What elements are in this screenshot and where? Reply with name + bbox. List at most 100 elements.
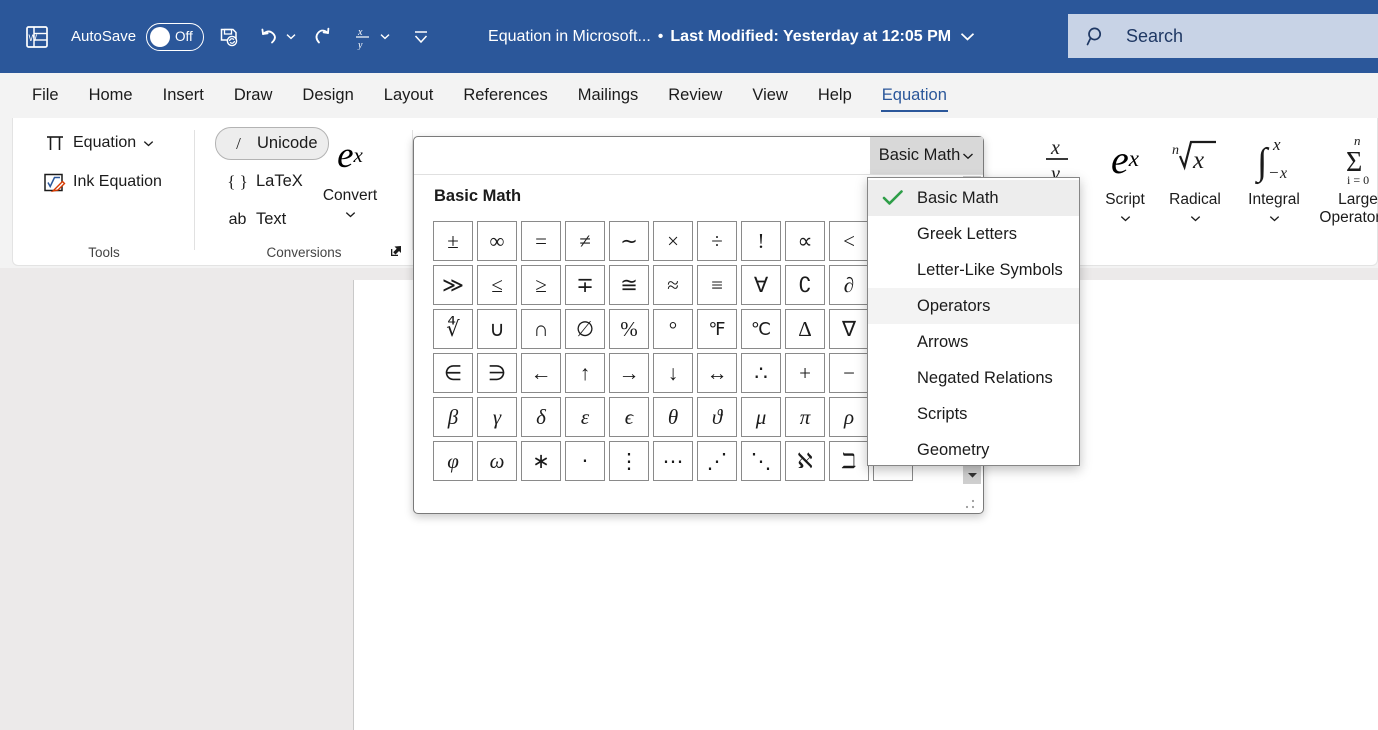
tab-help[interactable]: Help xyxy=(803,73,867,118)
symbol-cell[interactable]: ε xyxy=(565,397,605,437)
script-button[interactable]: ex Script xyxy=(1088,130,1162,226)
symbol-cell[interactable]: < xyxy=(829,221,869,261)
symbol-cell[interactable]: ≤ xyxy=(477,265,517,305)
unicode-button[interactable]: / Unicode xyxy=(215,127,329,160)
symbol-cell[interactable]: = xyxy=(521,221,561,261)
symbol-cell[interactable]: ↓ xyxy=(653,353,693,393)
symbol-cell[interactable]: φ xyxy=(433,441,473,481)
scrollbar-down-button[interactable] xyxy=(963,466,981,484)
symbol-cell[interactable]: ⋰ xyxy=(697,441,737,481)
tab-view[interactable]: View xyxy=(737,73,802,118)
large-operator-button[interactable]: n Σ i = 0 Large Operator xyxy=(1303,130,1378,228)
symbol-cell[interactable]: + xyxy=(785,353,825,393)
symbol-cell[interactable]: ↔ xyxy=(697,353,737,393)
symbol-cell[interactable]: Δ xyxy=(785,309,825,349)
gallery-item-negated-relations[interactable]: Negated Relations xyxy=(868,360,1079,396)
symbol-cell[interactable]: ∗ xyxy=(521,441,561,481)
symbol-cell[interactable]: ∪ xyxy=(477,309,517,349)
search-input[interactable]: Search xyxy=(1068,14,1378,58)
tab-insert[interactable]: Insert xyxy=(148,73,219,118)
symbol-cell[interactable]: % xyxy=(609,309,649,349)
symbol-cell[interactable]: ℶ xyxy=(829,441,869,481)
symbol-cell[interactable]: ≡ xyxy=(697,265,737,305)
symbol-cell[interactable]: δ xyxy=(521,397,561,437)
symbol-cell[interactable]: ⋮ xyxy=(609,441,649,481)
symbol-cell[interactable]: ℵ xyxy=(785,441,825,481)
radical-button[interactable]: n x Radical xyxy=(1155,130,1235,226)
tab-design[interactable]: Design xyxy=(287,73,368,118)
symbol-cell[interactable]: ∂ xyxy=(829,265,869,305)
equation-qat-icon[interactable]: x y xyxy=(348,22,378,52)
symbol-cell[interactable]: ↑ xyxy=(565,353,605,393)
symbol-cell[interactable]: ℉ xyxy=(697,309,737,349)
symbol-cell[interactable]: ! xyxy=(741,221,781,261)
symbol-cell[interactable]: ⋱ xyxy=(741,441,781,481)
symbol-cell[interactable]: ∅ xyxy=(565,309,605,349)
symbol-cell[interactable]: ϵ xyxy=(609,397,649,437)
symbol-cell[interactable]: ≈ xyxy=(653,265,693,305)
tab-home[interactable]: Home xyxy=(74,73,148,118)
symbol-cell[interactable]: ∞ xyxy=(477,221,517,261)
symbol-cell[interactable]: ∴ xyxy=(741,353,781,393)
symbol-cell[interactable]: ± xyxy=(433,221,473,261)
symbol-cell[interactable]: ω xyxy=(477,441,517,481)
gallery-item-basic-math[interactable]: Basic Math xyxy=(868,180,1079,216)
symbol-cell[interactable]: ≠ xyxy=(565,221,605,261)
symbol-cell[interactable]: ∝ xyxy=(785,221,825,261)
symbol-cell[interactable]: ° xyxy=(653,309,693,349)
save-icon[interactable] xyxy=(214,22,244,52)
symbol-cell[interactable]: θ xyxy=(653,397,693,437)
symbol-cell[interactable]: ⋅ xyxy=(565,441,605,481)
tab-equation[interactable]: Equation xyxy=(867,73,962,118)
symbol-cell[interactable]: ϑ xyxy=(697,397,737,437)
symbol-cell[interactable]: β xyxy=(433,397,473,437)
gallery-item-geometry[interactable]: Geometry xyxy=(868,432,1079,468)
text-button[interactable]: ab Text xyxy=(215,203,296,236)
symbol-gallery-selector-button[interactable]: Basic Math xyxy=(870,137,983,174)
symbol-cell[interactable]: ≫ xyxy=(433,265,473,305)
autosave-toggle[interactable]: Off xyxy=(146,22,205,51)
symbol-cell[interactable]: ℃ xyxy=(741,309,781,349)
resize-grip-icon[interactable] xyxy=(965,496,975,509)
equation-button[interactable]: Equation xyxy=(36,128,162,158)
symbol-cell[interactable]: − xyxy=(829,353,869,393)
symbol-cell[interactable]: ∓ xyxy=(565,265,605,305)
gallery-item-operators[interactable]: Operators xyxy=(868,288,1079,324)
symbol-cell[interactable]: ∈ xyxy=(433,353,473,393)
symbol-cell[interactable]: × xyxy=(653,221,693,261)
latex-button[interactable]: { } LaTeX xyxy=(215,165,313,198)
symbol-cell[interactable]: ⋯ xyxy=(653,441,693,481)
gallery-item-letter-like-symbols[interactable]: Letter-Like Symbols xyxy=(868,252,1079,288)
undo-icon[interactable] xyxy=(254,22,284,52)
redo-icon[interactable] xyxy=(308,22,338,52)
tab-mailings[interactable]: Mailings xyxy=(563,73,654,118)
equation-qat-caret-icon[interactable] xyxy=(378,22,392,52)
tab-layout[interactable]: Layout xyxy=(369,73,449,118)
symbol-cell[interactable]: ρ xyxy=(829,397,869,437)
symbol-cell[interactable]: ∜ xyxy=(433,309,473,349)
convert-button[interactable]: ex Convert xyxy=(315,126,385,222)
gallery-item-greek-letters[interactable]: Greek Letters xyxy=(868,216,1079,252)
symbol-cell[interactable]: ∩ xyxy=(521,309,561,349)
customize-quick-access-icon[interactable] xyxy=(406,22,436,52)
symbol-cell[interactable]: π xyxy=(785,397,825,437)
ink-equation-button[interactable]: Ink Equation xyxy=(36,167,162,197)
symbol-cell[interactable]: ∀ xyxy=(741,265,781,305)
symbol-cell[interactable]: ← xyxy=(521,353,561,393)
tab-draw[interactable]: Draw xyxy=(219,73,288,118)
symbol-cell[interactable]: ∼ xyxy=(609,221,649,261)
gallery-item-arrows[interactable]: Arrows xyxy=(868,324,1079,360)
symbol-cell[interactable]: ≅ xyxy=(609,265,649,305)
symbol-cell[interactable]: ∁ xyxy=(785,265,825,305)
symbol-cell[interactable]: → xyxy=(609,353,649,393)
undo-caret-icon[interactable] xyxy=(284,22,298,52)
tab-references[interactable]: References xyxy=(448,73,562,118)
symbol-cell[interactable]: ≥ xyxy=(521,265,561,305)
symbol-cell[interactable]: ÷ xyxy=(697,221,737,261)
title-chevron-down-icon[interactable] xyxy=(960,32,975,41)
gallery-item-scripts[interactable]: Scripts xyxy=(868,396,1079,432)
symbol-cell[interactable]: ∇ xyxy=(829,309,869,349)
symbol-cell[interactable]: ∋ xyxy=(477,353,517,393)
document-title[interactable]: Equation in Microsoft... xyxy=(488,28,651,46)
tab-file[interactable]: File xyxy=(17,73,74,118)
